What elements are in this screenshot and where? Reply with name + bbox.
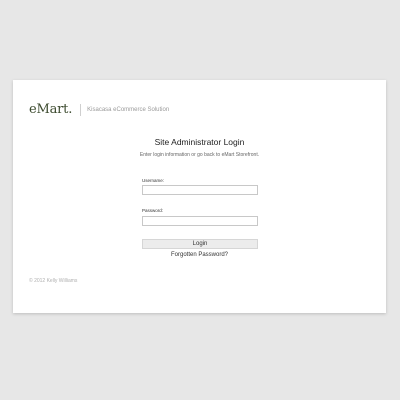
brand-divider [80,103,82,116]
brand-tagline: Kisacasa eCommerce Solution [87,106,170,113]
login-panel: eMart. Kisacasa eCommerce Solution Site … [13,80,386,313]
forgot-password-link[interactable]: Forgotten Password? [13,252,386,258]
username-label: Username: [142,178,165,183]
page-subtitle: Enter login information or go back to eM… [139,152,260,158]
username-input[interactable] [142,185,258,195]
password-label: Password: [142,208,164,213]
copyright-footer: © 2012 Kelly Williams [29,278,78,284]
logo-text: eMart [29,102,69,117]
password-input[interactable] [142,216,258,226]
emart-logo[interactable]: eMart. [29,102,72,117]
logo-dot: . [68,102,73,117]
login-button[interactable]: Login [142,239,258,249]
brand-header: eMart. Kisacasa eCommerce Solution [29,102,169,117]
page-title: Site Administrator Login [154,137,245,147]
